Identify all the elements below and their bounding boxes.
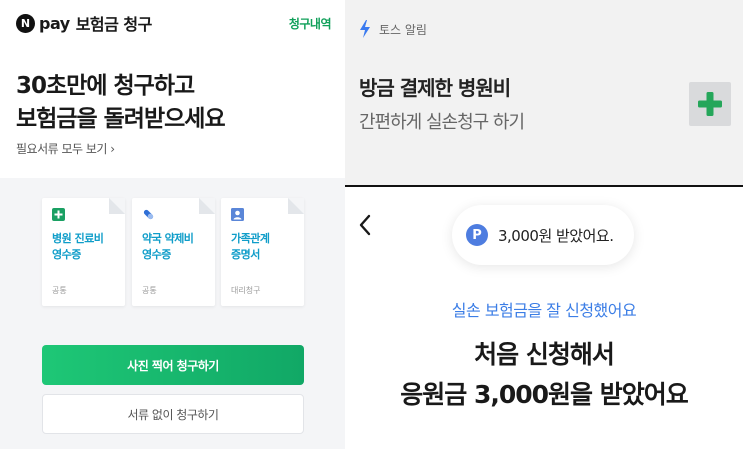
hero-headline: 30초만에 청구하고 보험금을 돌려받으세요 <box>16 70 226 136</box>
photo-claim-button[interactable]: 사진 찍어 청구하기 <box>42 345 304 385</box>
claim-history-link[interactable]: 청구내역 <box>289 15 332 32</box>
success-title-line1: 처음 신청해서 <box>474 340 615 369</box>
app-header: N pay 보험금 청구 청구내역 <box>16 10 332 36</box>
page-title: 보험금 청구 <box>75 15 153 34</box>
doc-card-title-line2: 영수증 <box>142 248 171 261</box>
chevron-left-icon <box>359 214 371 235</box>
hero-line-2: 보험금을 돌려받으세요 <box>16 106 226 132</box>
doc-card-tag: 공통 <box>52 286 67 295</box>
doc-card-hospital-receipt[interactable]: 병원 진료비 영수증 공통 <box>42 198 125 306</box>
doc-card-title: 가족관계 증명서 <box>231 231 270 263</box>
notification-app-row: 토스 알림 <box>357 20 427 38</box>
point-icon: P <box>466 224 488 246</box>
notification-subtitle: 간편하게 실손청구 하기 <box>359 112 525 133</box>
reward-pill-text: 3,000원 받았어요. <box>498 226 614 245</box>
no-document-claim-button[interactable]: 서류 없이 청구하기 <box>42 394 304 434</box>
reward-pill: P 3,000원 받았어요. <box>452 205 634 265</box>
notification-app-label: 토스 알림 <box>379 22 427 37</box>
doc-card-title-line1: 병원 진료비 <box>52 232 104 245</box>
hero-line-1: 30초만에 청구하고 <box>16 73 195 99</box>
doc-card-tag: 대리청구 <box>231 286 261 295</box>
naver-logo-icon: N <box>16 13 35 33</box>
person-id-icon <box>231 208 244 221</box>
doc-card-pharmacy-receipt[interactable]: 약국 약제비 영수증 공통 <box>132 198 215 306</box>
notification-title: 방금 결제한 병원비 <box>359 76 511 100</box>
claim-success-screen: P 3,000원 받았어요. 실손 보험금을 잘 신청했어요 처음 신청해서 응… <box>345 187 743 449</box>
doc-card-title-line1: 약국 약제비 <box>142 232 194 245</box>
pill-icon <box>143 209 154 220</box>
toss-logo-icon <box>360 20 370 38</box>
brand-label: pay <box>39 13 70 33</box>
hospital-cross-icon <box>52 208 65 221</box>
doc-card-title-line1: 가족관계 <box>231 232 270 245</box>
doc-card-title-line2: 증명서 <box>231 248 260 261</box>
success-title-line2: 응원금 3,000원을 받았어요 <box>400 380 689 409</box>
back-button[interactable] <box>355 213 375 239</box>
doc-card-family-certificate[interactable]: 가족관계 증명서 대리청구 <box>221 198 304 306</box>
success-title: 처음 신청해서 응원금 3,000원을 받았어요 <box>345 335 743 415</box>
required-docs-label: 필요서류 모두 보기 <box>16 142 107 156</box>
notification-thumbnail <box>689 82 731 126</box>
required-docs-link[interactable]: 필요서류 모두 보기 › <box>16 140 115 157</box>
green-plus-icon <box>698 92 722 116</box>
success-subheading: 실손 보험금을 잘 신청했어요 <box>451 301 637 320</box>
chevron-right-icon: › <box>110 142 115 156</box>
doc-card-title: 약국 약제비 영수증 <box>142 231 194 263</box>
doc-card-title-line2: 영수증 <box>52 248 81 261</box>
toss-notification[interactable]: 토스 알림 방금 결제한 병원비 간편하게 실손청구 하기 <box>345 0 743 186</box>
doc-card-title: 병원 진료비 영수증 <box>52 231 104 263</box>
doc-card-tag: 공통 <box>142 286 157 295</box>
naverpay-insurance-panel: N pay 보험금 청구 청구내역 30초만에 청구하고 보험금을 돌려받으세요… <box>0 0 345 449</box>
